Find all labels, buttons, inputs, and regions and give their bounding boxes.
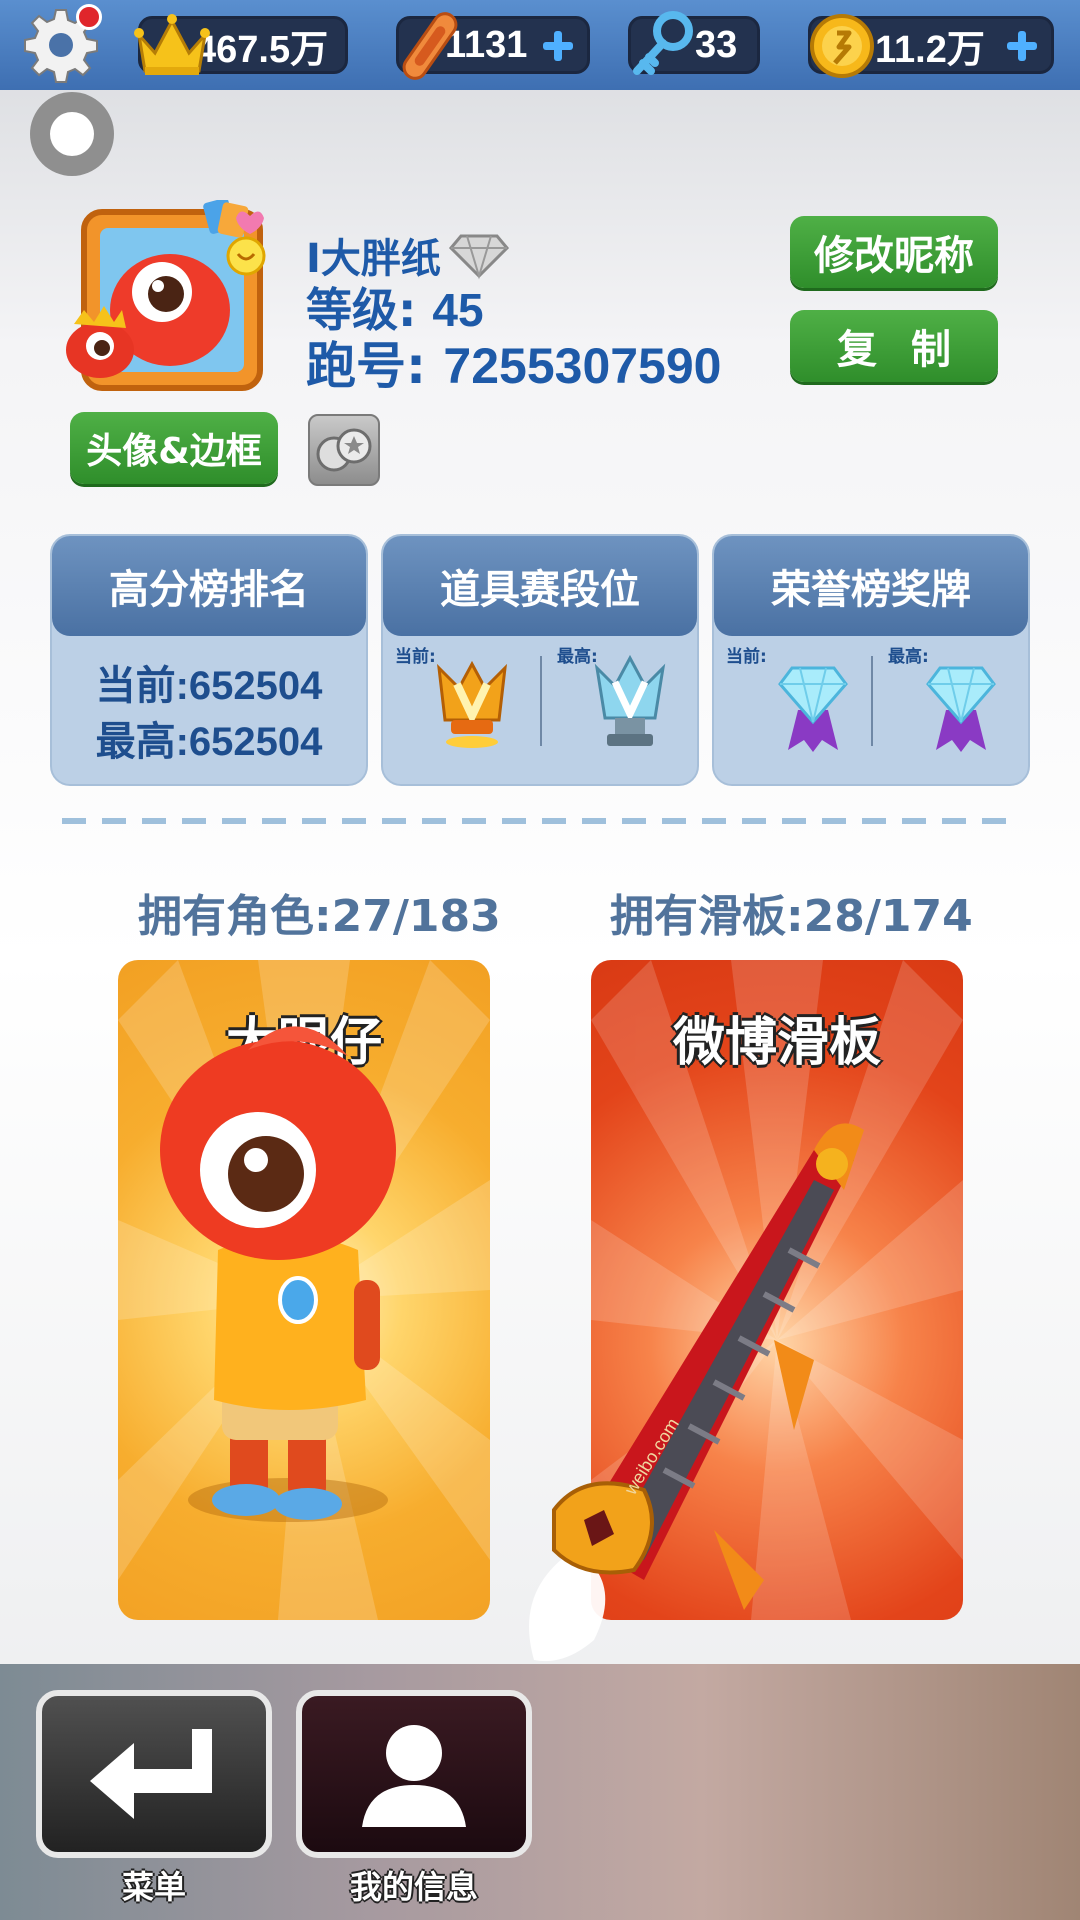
coin-counter: 11.2万: [808, 14, 1054, 78]
my-info-label: 我的信息: [349, 1868, 478, 1906]
current-diamond-medal-icon: [778, 666, 848, 752]
skateboard-icon: [402, 12, 458, 80]
id-label: 跑号:: [306, 337, 444, 395]
honor-current-label: 当前:: [726, 647, 767, 667]
honor-best-label: 最高:: [888, 647, 929, 667]
crown-value: 467.5万: [195, 28, 329, 71]
add-coins-icon[interactable]: [1003, 27, 1041, 65]
player-avatar[interactable]: [60, 200, 270, 410]
player-id: 跑号: 7255307590: [306, 326, 721, 398]
rename-button[interactable]: 修改昵称: [790, 216, 998, 288]
honor-card[interactable]: 荣誉榜奖牌 当前: 最高:: [712, 534, 1030, 786]
board-name: 微博滑板: [672, 1013, 881, 1073]
add-boards-icon[interactable]: [539, 27, 577, 65]
menu-button[interactable]: [36, 1690, 272, 1858]
key-icon: [633, 11, 693, 75]
floating-toggle-button[interactable]: [30, 92, 114, 176]
return-arrow-icon: [90, 1729, 212, 1819]
board-counter: 1131: [396, 12, 590, 80]
id-value: 7255307590: [443, 338, 722, 394]
tier-card-title: 道具赛段位: [383, 536, 697, 636]
honor-divider: [871, 656, 873, 746]
user-silhouette-icon: [362, 1725, 466, 1827]
silver-tier-icon: [594, 654, 666, 746]
crown-icon: [134, 14, 210, 75]
best-diamond-medal-icon: [926, 666, 996, 752]
honor-card-title: 荣誉榜奖牌: [714, 536, 1028, 636]
rank-best: 最高:652504: [95, 720, 323, 764]
owned-boards-count: 拥有滑板:28/174: [610, 891, 973, 942]
menu-label: 菜单: [121, 1868, 186, 1906]
character-figure: [160, 1026, 396, 1522]
avatar-frame-button[interactable]: 头像&边框: [70, 412, 278, 484]
diamond-rank-icon: [448, 234, 509, 280]
character-showcase[interactable]: 大眼仔: [118, 960, 490, 1620]
rocket-skateboard-art: weibo.com: [529, 1123, 864, 1662]
rank-card-title: 高分榜排名: [52, 536, 366, 636]
key-counter: 33: [628, 11, 760, 75]
resource-bar: 467.5万 1131 33 11.2万: [0, 0, 1080, 90]
rank-current: 当前:652504: [95, 664, 323, 708]
coin-icon: [810, 14, 874, 78]
rank-card[interactable]: 高分榜排名 当前:652504 最高:652504: [50, 534, 368, 786]
crown-counter: 467.5万: [134, 14, 348, 75]
gold-tier-icon: [437, 660, 507, 748]
owned-characters-count: 拥有角色:27/183: [138, 891, 501, 942]
tier-divider: [540, 656, 542, 746]
notification-dot: [76, 4, 102, 30]
my-info-button[interactable]: [296, 1690, 532, 1858]
section-divider: [62, 818, 1022, 824]
silver-medals-icon: [316, 428, 372, 472]
copy-id-button[interactable]: 复制: [790, 310, 998, 382]
tier-card[interactable]: 道具赛段位 当前: 最高:: [381, 534, 699, 786]
badge-slot[interactable]: [308, 414, 380, 486]
coin-value: 11.2万: [875, 28, 985, 71]
